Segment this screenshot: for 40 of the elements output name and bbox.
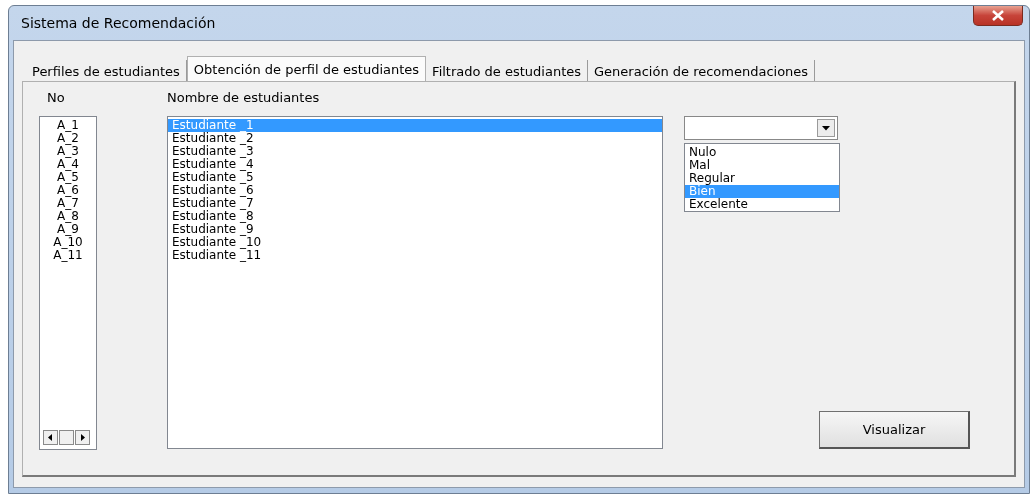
list-item[interactable]: A_4	[40, 158, 96, 171]
list-item[interactable]: A_11	[40, 249, 96, 262]
list-item[interactable]: Estudiante _4	[168, 158, 662, 171]
dropdown-option[interactable]: Excelente	[685, 198, 839, 211]
list-item[interactable]: A_5	[40, 171, 96, 184]
list-item[interactable]: Estudiante _6	[168, 184, 662, 197]
list-item[interactable]: A_10	[40, 236, 96, 249]
tab[interactable]: Obtención de perfil de estudiantes	[186, 56, 427, 81]
scrollbar-thumb[interactable]	[59, 430, 74, 445]
close-icon	[991, 10, 1005, 21]
student-listbox[interactable]: Estudiante _1 Estudiante _2 Estudiante _3 Estudiante _4 Estudiante _5 Estudiante _6 Estudiante _7 Estudiante _8 Estudiante _9 Estudiante _10 Estudiante _11	[167, 116, 663, 449]
list-item[interactable]: Estudiante _7	[168, 197, 662, 210]
dropdown-option[interactable]: Nulo	[685, 146, 839, 159]
list-item[interactable]: Estudiante _10	[168, 236, 662, 249]
list-item[interactable]: Estudiante _3	[168, 145, 662, 158]
list-item[interactable]: A_8	[40, 210, 96, 223]
list-item[interactable]: A_6	[40, 184, 96, 197]
dropdown-option[interactable]: Regular	[685, 172, 839, 185]
window-title: Sistema de Recomendación	[21, 15, 216, 31]
list-item[interactable]: Estudiante _9	[168, 223, 662, 236]
dropdown-list[interactable]: Nulo Mal Regular Bien Excelente	[684, 143, 840, 212]
scroll-left-button[interactable]	[43, 430, 58, 445]
list-item[interactable]: A_3	[40, 145, 96, 158]
list-item[interactable]: A_2	[40, 132, 96, 145]
visualizar-button[interactable]: Visualizar	[819, 411, 970, 449]
list-item[interactable]: A_7	[40, 197, 96, 210]
close-button[interactable]	[973, 6, 1023, 26]
dropdown-option[interactable]: Mal	[685, 159, 839, 172]
left-arrow-icon	[47, 434, 54, 441]
list-item[interactable]: Estudiante _8	[168, 210, 662, 223]
column-header: No	[46, 90, 66, 105]
list-item[interactable]: Estudiante _5	[168, 171, 662, 184]
list-item[interactable]: Estudiante _2	[168, 132, 662, 145]
list-item[interactable]: Estudiante _11	[168, 249, 662, 262]
list-item[interactable]: A_1	[40, 119, 96, 132]
number-listbox[interactable]: A_1 A_2 A_3 A_4 A_5 A_6 A_7 A_8 A_9 A_10 A_11	[39, 116, 97, 450]
right-arrow-icon	[79, 434, 86, 441]
scroll-right-button[interactable]	[75, 430, 90, 445]
column-header: Nombre de estudiantes	[167, 90, 320, 105]
list-item[interactable]: A_9	[40, 223, 96, 236]
